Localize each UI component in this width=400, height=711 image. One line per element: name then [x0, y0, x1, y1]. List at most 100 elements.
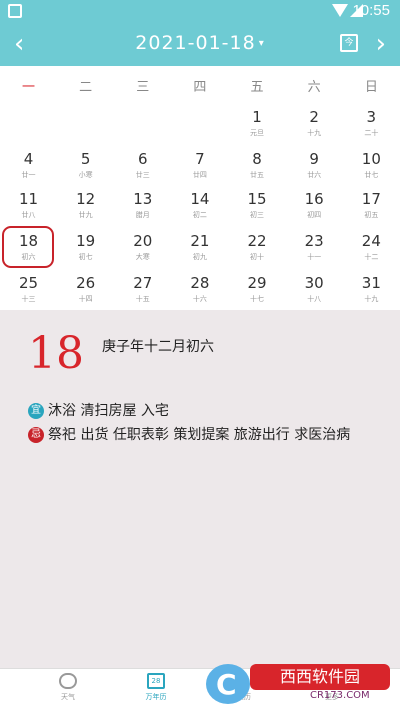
- day-number: 29: [247, 274, 267, 292]
- day-cell[interactable]: 9 廿六: [286, 150, 343, 180]
- day-cell[interactable]: 11 廿八: [0, 190, 57, 220]
- tab-calendar-label: 万年历: [145, 693, 167, 701]
- weekday-label: 四: [193, 80, 207, 95]
- status-bar: 10:55: [0, 0, 400, 24]
- watermark-letter: C: [216, 668, 237, 701]
- lunar-day: 小寒: [78, 171, 93, 179]
- lunar-day: 十九: [307, 129, 322, 137]
- day-cell[interactable]: 28 十六: [171, 274, 228, 304]
- day-number: 12: [76, 190, 96, 208]
- date-title: 2021-01-18: [135, 32, 256, 54]
- day-cell[interactable]: 23 十一: [286, 232, 343, 262]
- ji-icon: 忌: [28, 427, 44, 443]
- day-cell[interactable]: 31 十九: [343, 274, 400, 304]
- lunar-day: 廿三: [135, 171, 150, 179]
- tab-calendar[interactable]: 28 万年历: [116, 673, 196, 702]
- lunar-day: 十四: [78, 295, 93, 303]
- day-number: 30: [304, 274, 324, 292]
- yi-text: 沐浴 清扫房屋 入宅: [48, 403, 169, 419]
- lunar-date: 庚子年十二月初六: [102, 339, 214, 355]
- lunar-day: 廿九: [78, 211, 93, 219]
- day-number: 21: [190, 232, 210, 250]
- day-cell[interactable]: 8 廿五: [229, 150, 286, 180]
- day-cell[interactable]: 22 初十: [229, 232, 286, 262]
- watermark-brand: 西西软件园: [250, 664, 390, 690]
- day-cell[interactable]: 3 二十: [343, 108, 400, 138]
- lunar-day: 廿五: [250, 171, 265, 179]
- day-cell[interactable]: 17 初五: [343, 190, 400, 220]
- day-cell[interactable]: 4 廿一: [0, 150, 57, 180]
- today-calendar-icon[interactable]: 今: [340, 34, 358, 52]
- tab-weather-label: 天气: [61, 693, 75, 701]
- ji-text: 祭祀 出货 任职表彰 策划提案 旅游出行 求医治病: [48, 427, 351, 443]
- day-cell[interactable]: 10 廿七: [343, 150, 400, 180]
- day-number: 17: [361, 190, 381, 208]
- day-cell[interactable]: 6 廿三: [114, 150, 171, 180]
- day-number: 13: [133, 190, 153, 208]
- day-number: 1: [252, 108, 262, 126]
- day-number: 3: [366, 108, 377, 126]
- day-number: 24: [361, 232, 381, 250]
- lunar-day: 十八: [307, 295, 322, 303]
- day-cell[interactable]: 12 廿九: [57, 190, 114, 220]
- day-cell[interactable]: 27 十五: [114, 274, 171, 304]
- lunar-day: 初四: [307, 211, 322, 219]
- yi-icon: 宜: [28, 403, 44, 419]
- lunar-day: 初二: [192, 211, 207, 219]
- ji-row: 忌祭祀 出货 任职表彰 策划提案 旅游出行 求医治病: [28, 426, 388, 444]
- lunar-day: 初九: [192, 253, 207, 261]
- day-number: 20: [133, 232, 153, 250]
- day-cell[interactable]: 26 十四: [57, 274, 114, 304]
- weekday-label: 三: [136, 80, 150, 95]
- day-number: 7: [195, 150, 205, 168]
- day-number: 14: [190, 190, 210, 208]
- lunar-day: 十五: [135, 295, 150, 303]
- day-cell[interactable]: 14 初二: [171, 190, 228, 220]
- lunar-day: 初三: [250, 211, 265, 219]
- selected-day-number: 18: [28, 328, 84, 379]
- selected-day-ring: [2, 226, 54, 268]
- weekday-label: 二: [79, 80, 93, 95]
- day-number: 26: [76, 274, 96, 292]
- lunar-day: 廿四: [192, 171, 207, 179]
- wifi-icon: [332, 4, 348, 17]
- lunar-day: 廿七: [364, 171, 379, 179]
- day-number: 8: [252, 150, 262, 168]
- month-calendar: 一二三四五六日 1 元旦 2 十九 3 二十 4 廿一 5 小寒 6 廿三 7 廿四 8 廿五 9 廿六 10 廿七 1…: [0, 66, 400, 310]
- next-month-button[interactable]: ›: [376, 30, 386, 58]
- day-number: 28: [190, 274, 210, 292]
- clock: 10:55: [352, 2, 390, 19]
- day-number: 19: [76, 232, 96, 250]
- day-cell[interactable]: 15 初三: [229, 190, 286, 220]
- day-cell[interactable]: 18 初六: [0, 226, 57, 268]
- day-cell[interactable]: 20 大寒: [114, 232, 171, 262]
- day-cell[interactable]: 25 十三: [0, 274, 57, 304]
- day-number: 16: [304, 190, 324, 208]
- day-number: 22: [247, 232, 267, 250]
- day-cell[interactable]: 13 腊月: [114, 190, 171, 220]
- lunar-day: 十一: [307, 253, 322, 261]
- lunar-day: 廿八: [21, 211, 36, 219]
- day-number: 9: [309, 150, 319, 168]
- day-cell[interactable]: 24 十二: [343, 232, 400, 262]
- day-number: 2: [309, 108, 319, 126]
- weekday-header: 一二三四五六日: [0, 66, 400, 100]
- day-number: 4: [23, 150, 34, 168]
- lunar-day: 十二: [364, 253, 379, 261]
- day-cell[interactable]: 30 十八: [286, 274, 343, 304]
- day-cell[interactable]: 21 初九: [171, 232, 228, 262]
- day-cell[interactable]: 29 十七: [229, 274, 286, 304]
- lunar-day: 十九: [364, 295, 379, 303]
- day-cell[interactable]: 16 初四: [286, 190, 343, 220]
- day-cell[interactable]: 1 元旦: [229, 108, 286, 138]
- notification-icon: [8, 4, 22, 18]
- day-cell[interactable]: 19 初七: [57, 232, 114, 262]
- watermark-url: CR173.COM: [310, 690, 370, 701]
- day-number: 27: [133, 274, 153, 292]
- day-cell[interactable]: 2 十九: [286, 108, 343, 138]
- day-cell[interactable]: 7 廿四: [171, 150, 228, 180]
- tab-weather[interactable]: 天气: [28, 673, 108, 702]
- day-cell[interactable]: 5 小寒: [57, 150, 114, 180]
- day-number: 6: [137, 150, 148, 168]
- lunar-day: 十三: [21, 295, 36, 303]
